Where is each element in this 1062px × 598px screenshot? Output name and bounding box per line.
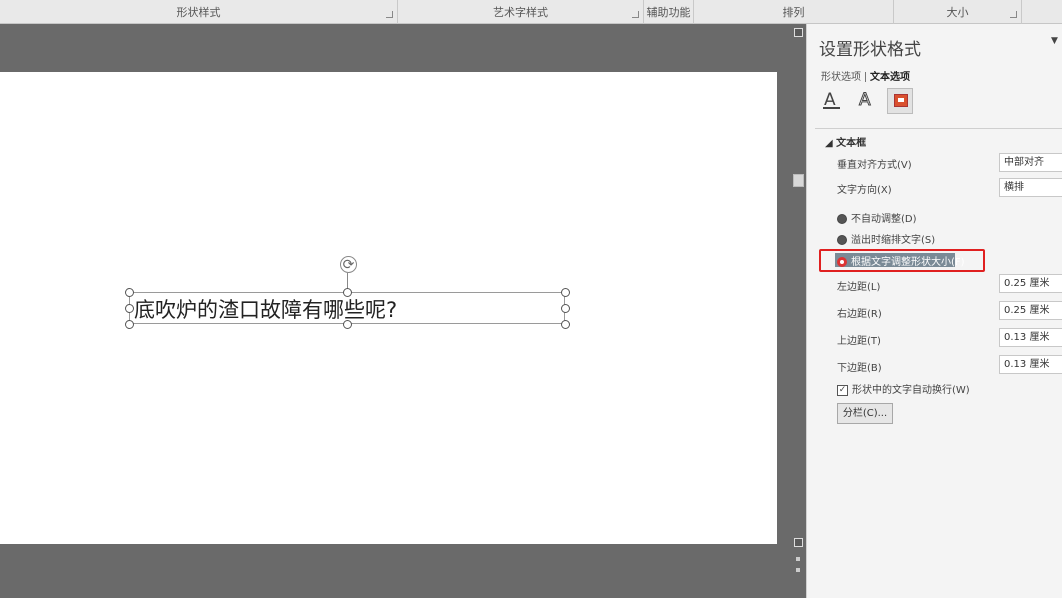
left-margin-field[interactable]: 0.25 厘米 bbox=[999, 274, 1062, 293]
ribbon-group-accessibility: 辅助功能 bbox=[644, 0, 694, 24]
columns-button[interactable]: 分栏(C)... bbox=[837, 403, 893, 424]
top-margin-field[interactable]: 0.13 厘米 bbox=[999, 328, 1062, 347]
radio-indicator bbox=[837, 214, 847, 224]
resize-handle-bottom[interactable] bbox=[343, 320, 352, 329]
size-launcher-icon[interactable] bbox=[1010, 11, 1017, 18]
textbox-text[interactable]: 底吹炉的渣口故障有哪些呢? bbox=[134, 294, 397, 324]
radio-indicator bbox=[837, 235, 847, 245]
vertical-align-label: 垂直对齐方式(V) bbox=[837, 160, 912, 171]
vertical-align-select[interactable]: 中部对齐 bbox=[999, 153, 1062, 172]
radio-do-not-autofit[interactable]: 不自动调整(D) bbox=[837, 210, 917, 225]
scrollbar-thumb[interactable] bbox=[793, 174, 804, 187]
vertical-scrollbar[interactable] bbox=[790, 24, 806, 598]
ribbon-group-size: 大小 bbox=[894, 0, 1022, 24]
layout-glyph bbox=[894, 94, 908, 107]
pane-options-chevron-icon[interactable]: ▼ bbox=[1051, 36, 1058, 46]
resize-handle-right[interactable] bbox=[561, 304, 570, 313]
text-fill-outline-icon[interactable]: A bbox=[819, 88, 845, 114]
top-margin-label: 上边距(T) bbox=[837, 336, 881, 347]
text-direction-select[interactable]: 横排 bbox=[999, 178, 1062, 197]
svg-text:A: A bbox=[859, 90, 871, 110]
tab-shape-options[interactable]: 形状选项 bbox=[821, 72, 861, 83]
ribbon-group-arrange: 排列 bbox=[694, 0, 894, 24]
wrap-text-label: 形状中的文字自动换行(W) bbox=[852, 385, 970, 396]
resize-handle-left[interactable] bbox=[125, 304, 134, 313]
section-title: 文本框 bbox=[836, 138, 867, 149]
resize-handle-top-right[interactable] bbox=[561, 288, 570, 297]
resize-handle-top[interactable] bbox=[343, 288, 352, 297]
resize-handle-bottom-left[interactable] bbox=[125, 320, 134, 329]
right-margin-field[interactable]: 0.25 厘米 bbox=[999, 301, 1062, 320]
next-slide-icon[interactable] bbox=[796, 557, 800, 561]
icon-selection-pointer bbox=[888, 120, 902, 127]
pane-title: 设置形状格式 bbox=[819, 40, 921, 60]
scroll-down-icon[interactable] bbox=[796, 568, 800, 572]
bottom-margin-field[interactable]: 0.13 厘米 bbox=[999, 355, 1062, 374]
rotate-handle-icon[interactable]: ⟳ bbox=[340, 256, 357, 273]
resize-handle-bottom-right[interactable] bbox=[561, 320, 570, 329]
ribbon-group-label: 排列 bbox=[782, 6, 805, 19]
ribbon-group-label: 辅助功能 bbox=[646, 6, 691, 19]
wrap-text-checkbox[interactable]: ✓ bbox=[837, 384, 848, 396]
tab-text-options[interactable]: 文本选项 bbox=[870, 72, 910, 83]
ribbon-group-labels: 形状样式 艺术字样式 辅助功能 排列 大小 bbox=[0, 0, 1062, 24]
text-direction-label: 文字方向(X) bbox=[837, 185, 892, 196]
pane-icon-row: A A bbox=[819, 88, 939, 116]
ribbon-group-label: 形状样式 bbox=[176, 6, 221, 19]
bottom-margin-label: 下边距(B) bbox=[837, 363, 882, 374]
radio-shrink-on-overflow[interactable]: 溢出时缩排文字(S) bbox=[837, 231, 935, 246]
annotation-highlight-box bbox=[819, 249, 985, 272]
section-textbox-header[interactable]: ◢ 文本框 bbox=[825, 134, 866, 149]
left-margin-label: 左边距(L) bbox=[837, 282, 881, 293]
shape-styles-launcher-icon[interactable] bbox=[386, 11, 393, 18]
right-margin-label: 右边距(R) bbox=[837, 309, 882, 320]
pane-tabs: 形状选项 文本选项 bbox=[821, 68, 910, 83]
text-box-layout-icon[interactable] bbox=[887, 88, 913, 114]
wordart-styles-launcher-icon[interactable] bbox=[632, 11, 639, 18]
pane-divider bbox=[815, 128, 1062, 129]
text-effects-icon[interactable]: A bbox=[853, 88, 879, 114]
radio-label: 不自动调整(D) bbox=[851, 214, 917, 225]
radio-label: 溢出时缩排文字(S) bbox=[851, 235, 936, 246]
wrap-text-checkbox-row[interactable]: ✓ 形状中的文字自动换行(W) bbox=[837, 381, 970, 396]
ribbon-group-label: 艺术字样式 bbox=[493, 6, 548, 19]
format-shape-pane: 设置形状格式 ▼ 形状选项 文本选项 A A ◢ 文本框 垂直对齐方式(V) 中部… bbox=[806, 24, 1062, 598]
ribbon-group-wordart-styles: 艺术字样式 bbox=[398, 0, 644, 24]
tab-separator bbox=[865, 72, 866, 82]
scroll-up-button[interactable] bbox=[794, 28, 803, 37]
ribbon-group-shape-styles: 形状样式 bbox=[0, 0, 398, 24]
previous-slide-button[interactable] bbox=[794, 538, 803, 547]
ribbon-group-label: 大小 bbox=[946, 6, 969, 19]
resize-handle-top-left[interactable] bbox=[125, 288, 134, 297]
